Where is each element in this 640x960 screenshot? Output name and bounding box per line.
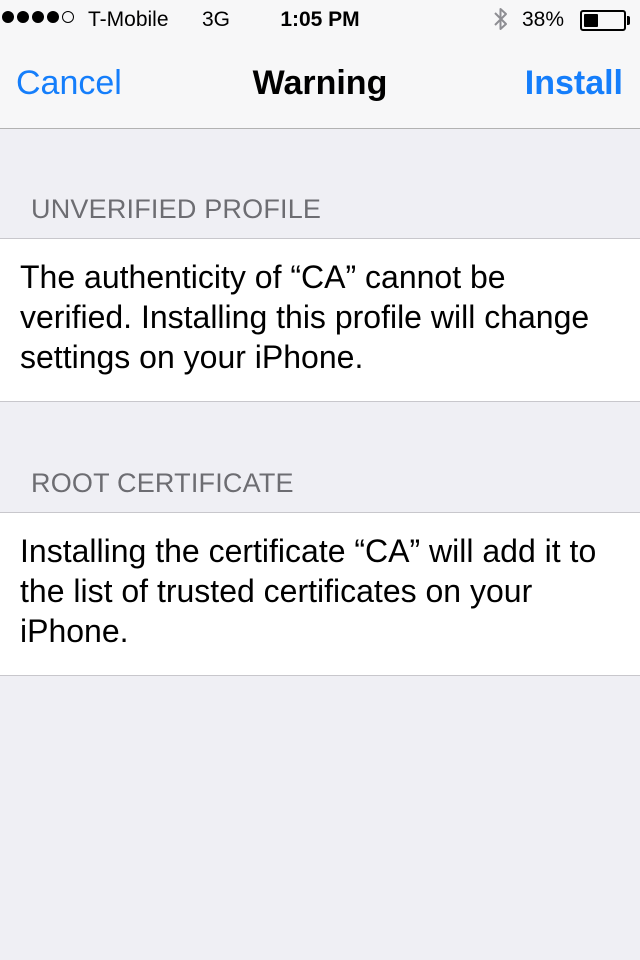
header: T-Mobile 3G 1:05 PM 38% Cancel Warning I… (0, 0, 640, 129)
cancel-button[interactable]: Cancel (16, 64, 122, 103)
section-header-root-certificate: ROOT CERTIFICATE (31, 468, 294, 498)
bluetooth-icon (494, 8, 507, 30)
unverified-profile-cell: The authenticity of “CA” cannot be verif… (0, 238, 640, 402)
battery-icon (580, 10, 626, 31)
battery-fill (584, 14, 598, 27)
profile-warning-screen: T-Mobile 3G 1:05 PM 38% Cancel Warning I… (0, 0, 640, 960)
battery-percent: 38% (522, 8, 565, 31)
navigation-bar: Cancel Warning Install (0, 40, 640, 128)
root-certificate-text: Installing the certificate “CA” will add… (20, 533, 597, 649)
install-button[interactable]: Install (525, 64, 623, 103)
section-header-unverified-profile: UNVERIFIED PROFILE (31, 194, 322, 224)
battery-nub (627, 16, 630, 25)
unverified-profile-text: The authenticity of “CA” cannot be verif… (20, 259, 590, 375)
status-bar: T-Mobile 3G 1:05 PM 38% (0, 0, 640, 40)
root-certificate-cell: Installing the certificate “CA” will add… (0, 512, 640, 676)
